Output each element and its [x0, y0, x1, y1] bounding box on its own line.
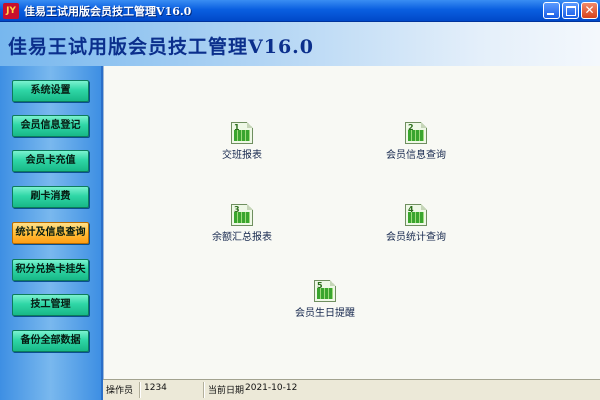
sidebar-item-technician-management[interactable]: 技工管理: [12, 294, 89, 316]
report-label: 交班报表: [222, 150, 262, 161]
operator-label: 操作员: [106, 386, 134, 396]
minimize-button[interactable]: [543, 2, 560, 19]
report-birthday-reminder[interactable]: 5 会员生日提醒: [280, 280, 370, 319]
status-divider: [203, 382, 204, 398]
report-member-info[interactable]: 2 会员信息查询: [371, 122, 461, 161]
report-sheet-icon: 3: [231, 204, 253, 226]
maximize-icon: [566, 6, 576, 16]
report-member-statistics[interactable]: 4 会员统计查询: [371, 204, 461, 243]
report-sheet-icon: 5: [314, 280, 336, 302]
status-bar: 操作员 1234 当前日期 2021-10-12: [103, 379, 600, 400]
sidebar-item-system-settings[interactable]: 系统设置: [12, 80, 89, 102]
report-sheet-icon: 4: [405, 204, 427, 226]
sidebar-item-backup-data[interactable]: 备份全部数据: [12, 330, 89, 352]
date-value: 2021-10-12: [245, 383, 298, 393]
sidebar-item-member-registration[interactable]: 会员信息登记: [12, 115, 89, 137]
page-title: 佳易王试用版会员技工管理V16.0: [8, 36, 315, 58]
report-label: 会员统计查询: [386, 232, 446, 243]
operator-value: 1234: [144, 383, 167, 393]
app-logo-icon: JY: [3, 3, 19, 19]
sidebar: 系统设置 会员信息登记 会员卡充值 刷卡消费 统计及信息查询 积分兑换卡挂失 技…: [0, 66, 103, 400]
report-label: 会员生日提醒: [295, 308, 355, 319]
close-icon: ✕: [584, 3, 595, 17]
sidebar-item-card-recharge[interactable]: 会员卡充值: [12, 150, 89, 172]
report-label: 会员信息查询: [386, 150, 446, 161]
header-banner: 佳易王试用版会员技工管理V16.0: [0, 22, 600, 66]
status-divider: [139, 382, 140, 398]
report-shift[interactable]: 1 交班报表: [197, 122, 287, 161]
report-sheet-icon: 1: [231, 122, 253, 144]
date-label: 当前日期: [208, 386, 245, 396]
sidebar-item-card-consume[interactable]: 刷卡消费: [12, 186, 89, 208]
minimize-icon: [547, 13, 554, 15]
report-panel: 1 交班报表 2 会员信息查询 3 余额汇总报表 4 会员统计查询 5 会员生日…: [103, 66, 600, 379]
report-sheet-icon: 2: [405, 122, 427, 144]
maximize-button[interactable]: [562, 2, 579, 19]
sidebar-item-points-exchange[interactable]: 积分兑换卡挂失: [12, 259, 89, 281]
window-title: 佳易王试用版会员技工管理V16.0: [24, 5, 192, 18]
title-bar[interactable]: JY 佳易王试用版会员技工管理V16.0 ✕: [0, 0, 600, 22]
report-label: 余额汇总报表: [212, 232, 272, 243]
report-balance-summary[interactable]: 3 余额汇总报表: [197, 204, 287, 243]
sidebar-item-statistics-query[interactable]: 统计及信息查询: [12, 222, 89, 244]
close-button[interactable]: ✕: [581, 2, 598, 19]
